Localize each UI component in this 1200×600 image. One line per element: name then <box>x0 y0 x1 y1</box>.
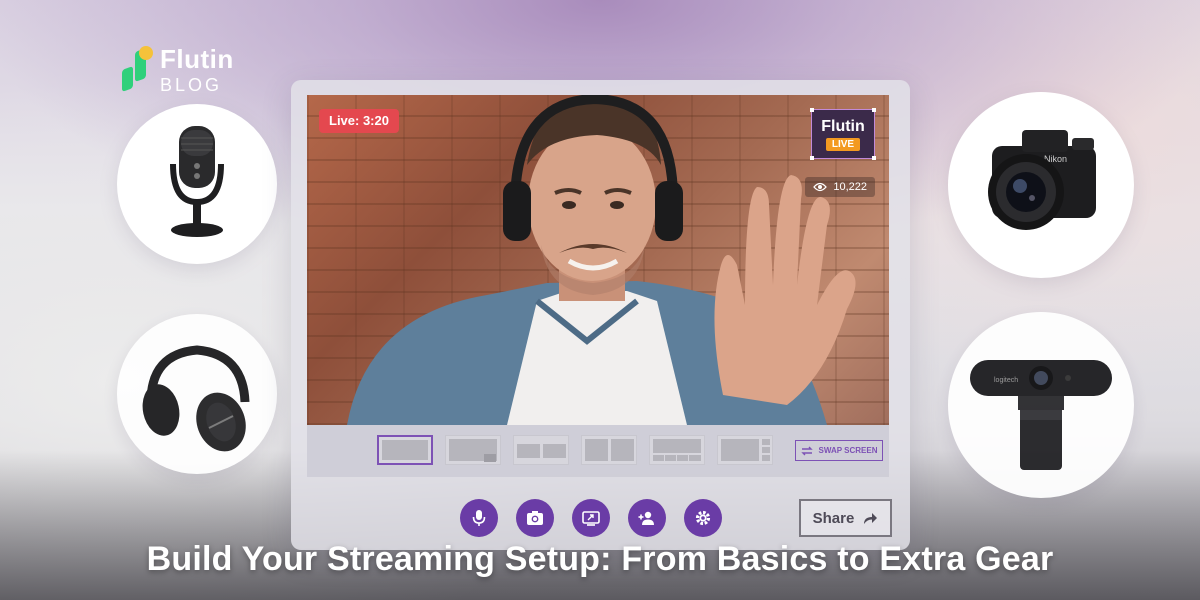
live-timer-badge: Live: 3:20 <box>319 109 399 133</box>
streaming-studio-window: Live: 3:20 Flutin LIVE 10,222 SWAP SCREE… <box>291 80 910 550</box>
swap-screen-label: SWAP SCREEN <box>818 446 878 455</box>
overlay-live-tag: LIVE <box>825 137 861 151</box>
layout-option-side-by-side[interactable] <box>513 435 569 465</box>
flutin-logo-icon <box>118 46 154 93</box>
add-guest-button[interactable] <box>628 499 666 537</box>
layout-option-main-sidebar[interactable] <box>717 435 773 465</box>
layout-option-pip[interactable] <box>445 435 501 465</box>
screen-share-button[interactable] <box>572 499 610 537</box>
settings-icon <box>695 510 711 526</box>
eye-icon <box>813 182 828 192</box>
microphone-gear <box>117 104 277 264</box>
camera-button[interactable] <box>516 499 554 537</box>
layout-option-main-thumbs[interactable] <box>649 435 705 465</box>
swap-screen-button[interactable]: SWAP SCREEN <box>795 440 883 461</box>
svg-text:logitech: logitech <box>994 377 1018 384</box>
layout-option-single[interactable] <box>377 435 433 465</box>
stream-controls <box>460 499 722 537</box>
video-preview: Live: 3:20 Flutin LIVE 10,222 <box>307 95 889 425</box>
share-button[interactable]: Share <box>799 499 892 537</box>
logo-subtitle: BLOG <box>160 75 223 95</box>
share-label: Share <box>812 509 855 527</box>
flutin-blog-logo[interactable]: Flutin BLOG <box>118 46 234 94</box>
layout-selector-bar: SWAP SCREEN <box>307 425 889 477</box>
microphone-button[interactable] <box>460 499 498 537</box>
camera-icon <box>527 511 543 525</box>
headphones-gear <box>117 314 277 474</box>
logo-name: Flutin <box>160 44 234 74</box>
share-arrow-icon <box>864 513 878 524</box>
swap-icon <box>800 446 813 455</box>
dslr-camera-gear: Nikon <box>948 92 1134 278</box>
layout-option-split[interactable] <box>581 435 637 465</box>
headphones-icon <box>142 345 250 452</box>
streamer-video-feed <box>347 95 856 425</box>
microphone-icon <box>472 510 486 526</box>
webcam-icon: logitech <box>970 360 1112 470</box>
microphone-icon <box>170 126 224 237</box>
viewer-count: 10,222 <box>805 177 875 197</box>
screen-share-icon <box>582 511 600 526</box>
overlay-brand-name: Flutin <box>821 117 865 135</box>
settings-button[interactable] <box>684 499 722 537</box>
page-headline: Build Your Streaming Setup: From Basics … <box>146 540 1054 578</box>
brand-live-overlay[interactable]: Flutin LIVE <box>810 108 876 160</box>
dslr-camera-icon: Nikon <box>988 130 1096 230</box>
webcam-gear: logitech <box>948 312 1134 498</box>
add-guest-icon <box>638 511 654 525</box>
viewer-count-value: 10,222 <box>833 181 867 193</box>
